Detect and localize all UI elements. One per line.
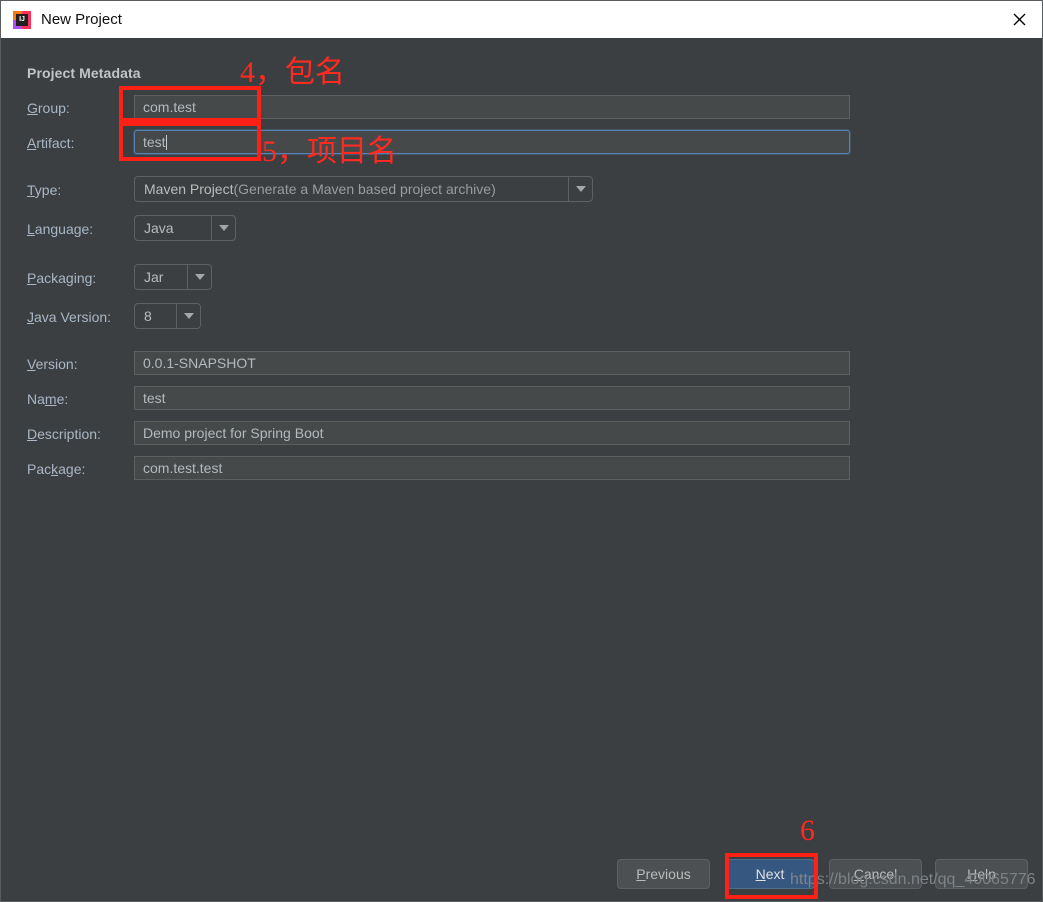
label-java-version: Java Version: (27, 309, 112, 325)
chevron-down-icon[interactable] (568, 177, 592, 201)
label-type: Type: (27, 182, 62, 198)
close-icon[interactable] (996, 1, 1042, 37)
label-name: Name: (27, 391, 69, 407)
annotation-label-step5: 5，项目名 (262, 135, 397, 168)
new-project-dialog: IJ New Project Project Metadata Group: c… (0, 0, 1043, 902)
text-caret (165, 135, 167, 150)
packaging-combobox[interactable]: Jar (134, 264, 212, 290)
section-title-project-metadata: Project Metadata (27, 65, 141, 81)
artifact-input[interactable]: test (134, 130, 850, 154)
packaging-combobox-value: Jar (144, 269, 164, 285)
label-version: Version: (27, 356, 78, 372)
annotation-label-step4: 4，包名 (240, 56, 345, 89)
type-combobox-value: Maven Project (Generate a Maven based pr… (144, 181, 496, 197)
java-version-combobox-value: 8 (144, 308, 152, 324)
label-group: Group: (27, 100, 70, 116)
title-bar: IJ New Project (1, 1, 1042, 39)
description-input[interactable]: Demo project for Spring Boot (134, 421, 850, 445)
chevron-down-icon[interactable] (211, 216, 235, 240)
language-combobox-value: Java (144, 220, 174, 236)
label-language: Language: (27, 221, 94, 237)
package-input[interactable]: com.test.test (134, 456, 850, 480)
version-input[interactable]: 0.0.1-SNAPSHOT (134, 351, 850, 375)
label-artifact: Artifact: (27, 135, 75, 151)
window-title: New Project (41, 11, 122, 28)
chevron-down-icon[interactable] (176, 304, 200, 328)
artifact-input-value: test (143, 134, 166, 150)
label-description: Description: (27, 426, 101, 442)
label-packaging: Packaging: (27, 270, 97, 286)
java-version-combobox[interactable]: 8 (134, 303, 201, 329)
intellij-idea-icon: IJ (13, 10, 31, 29)
annotation-label-step6: 6 (800, 814, 815, 847)
watermark-url: https://blog.csdn.net/qq_40065776 (790, 871, 1036, 888)
previous-button[interactable]: Previous (617, 859, 710, 889)
type-combobox[interactable]: Maven Project (Generate a Maven based pr… (134, 176, 593, 202)
label-package: Package: (27, 461, 86, 477)
chevron-down-icon[interactable] (187, 265, 211, 289)
dialog-body: Project Metadata Group: com.test Artifac… (1, 38, 1042, 901)
name-input[interactable]: test (134, 386, 850, 410)
group-input[interactable]: com.test (134, 95, 850, 119)
language-combobox[interactable]: Java (134, 215, 236, 241)
idea-icon-letters: IJ (16, 13, 28, 26)
